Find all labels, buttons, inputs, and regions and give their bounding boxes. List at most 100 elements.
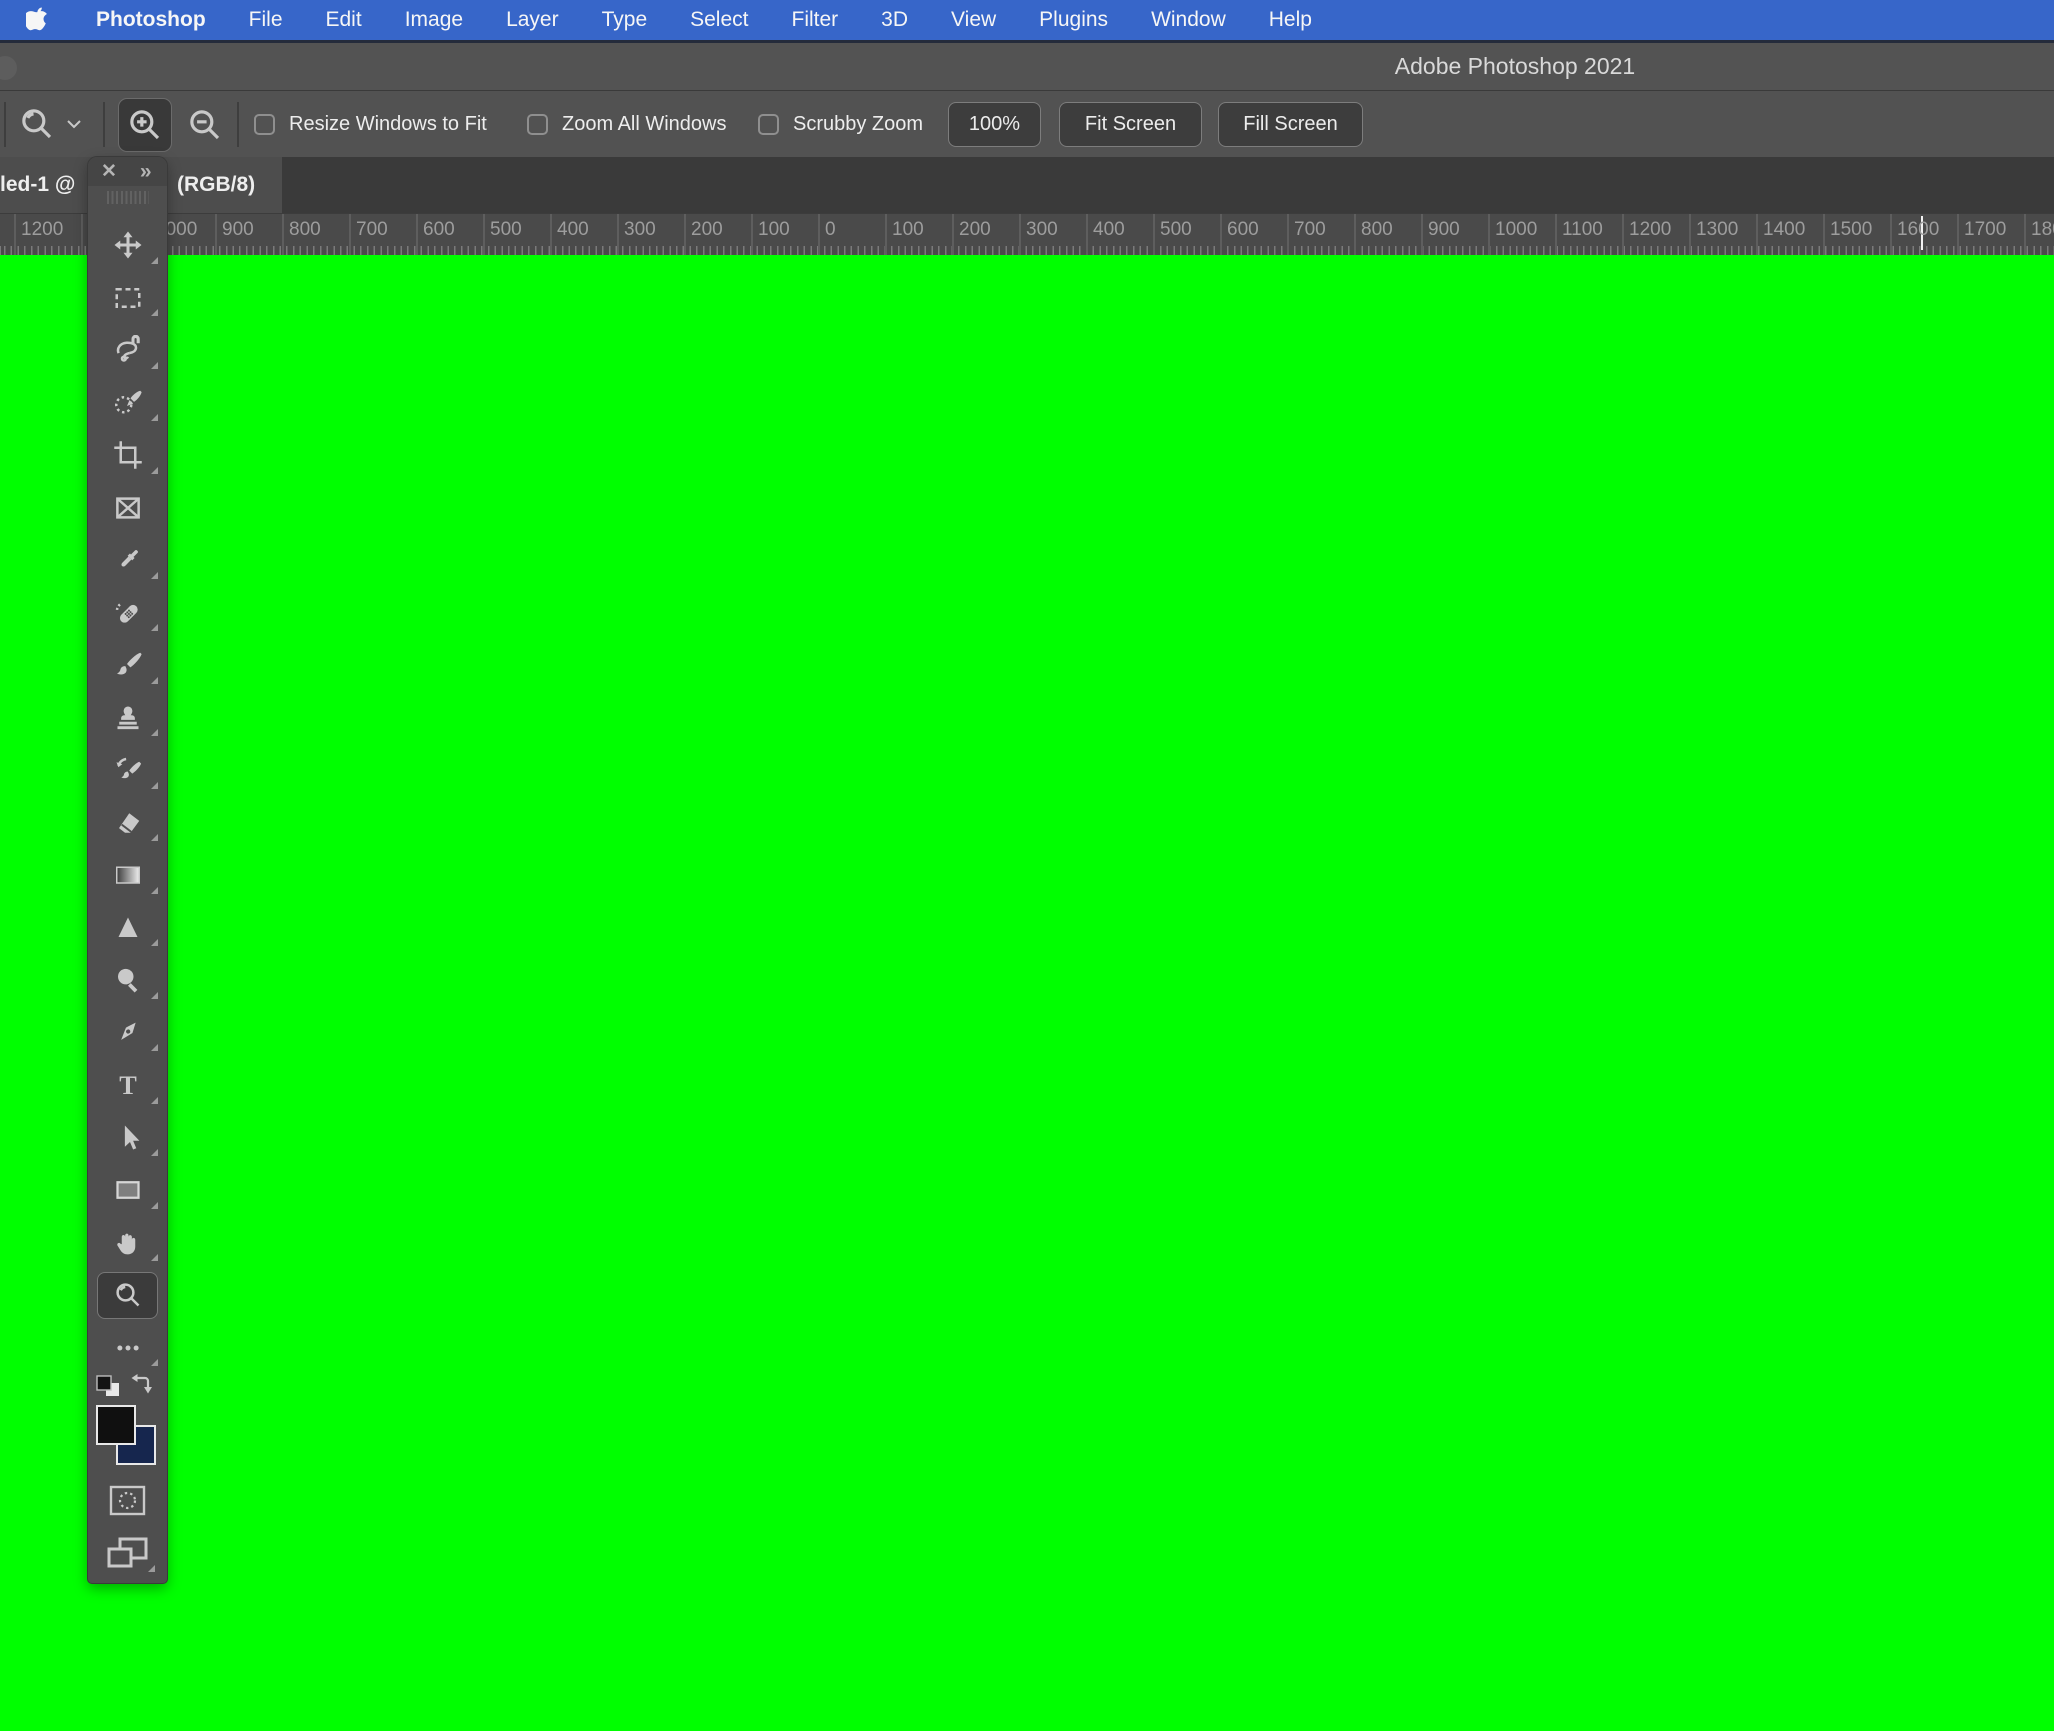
menu-item[interactable]: Select xyxy=(690,8,748,32)
marquee-icon xyxy=(115,287,140,308)
document-tab-title: tled-1 @ xyxy=(0,173,76,196)
zoom-100-button[interactable]: 100% xyxy=(948,102,1041,147)
tools-panel-header[interactable]: ✕ » xyxy=(88,157,167,186)
resize-windows-checkbox[interactable]: Resize Windows to Fit xyxy=(254,91,487,158)
ruler-tick xyxy=(1555,214,1557,255)
apple-logo-icon[interactable] xyxy=(26,7,50,33)
menu-item[interactable]: Window xyxy=(1151,8,1226,32)
ruler-label: 900 xyxy=(1428,219,1460,240)
type-tool[interactable]: T xyxy=(88,1059,167,1112)
menu-item[interactable]: Layer xyxy=(506,8,559,32)
menu-item[interactable]: Photoshop xyxy=(96,8,206,32)
ruler-label: 100 xyxy=(892,219,924,240)
path-selection-tool[interactable] xyxy=(88,1112,167,1165)
foreground-color-swatch[interactable] xyxy=(96,1405,136,1445)
zoom-icon xyxy=(115,1283,139,1307)
menu-item[interactable]: File xyxy=(249,8,283,32)
menu-item[interactable]: Edit xyxy=(326,8,362,32)
close-icon[interactable]: ✕ xyxy=(101,162,117,181)
ruler-tick xyxy=(885,214,887,255)
zoom-out-icon xyxy=(190,110,220,140)
flyout-indicator xyxy=(151,414,158,421)
flyout-indicator xyxy=(151,939,158,946)
scrubby-zoom-checkbox[interactable]: Scrubby Zoom xyxy=(758,91,923,158)
menu-item[interactable]: Image xyxy=(405,8,463,32)
quick-selection-tool[interactable] xyxy=(88,377,167,430)
type-icon: T xyxy=(119,1071,137,1100)
fit-screen-button[interactable]: Fit Screen xyxy=(1059,102,1202,147)
ruler-label: 1200 xyxy=(21,219,64,240)
window-control-dot[interactable] xyxy=(0,56,17,80)
zoom-all-windows-checkbox[interactable]: Zoom All Windows xyxy=(527,91,727,158)
collapse-panel-icon[interactable]: » xyxy=(140,161,152,182)
ruler-label: 400 xyxy=(1093,219,1125,240)
ruler-label: 400 xyxy=(557,219,589,240)
ruler-label: 800 xyxy=(1361,219,1393,240)
panel-grip[interactable] xyxy=(107,191,149,204)
blur-tool[interactable] xyxy=(88,902,167,955)
zoom-in-button[interactable] xyxy=(118,98,172,152)
swap-colors-icon[interactable] xyxy=(130,1373,154,1395)
spot-healing-brush-tool[interactable] xyxy=(88,587,167,640)
menu-item[interactable]: 3D xyxy=(881,8,908,32)
zoom-out-button[interactable] xyxy=(185,105,225,145)
flyout-indicator xyxy=(151,834,158,841)
brush-tool[interactable] xyxy=(88,639,167,692)
magnetic-lasso-tool[interactable] xyxy=(88,324,167,377)
flyout-indicator xyxy=(151,309,158,316)
separator xyxy=(4,102,6,147)
ruler-tick xyxy=(1421,214,1423,255)
ruler-label: 1700 xyxy=(1964,219,2007,240)
eraser-icon xyxy=(118,813,139,833)
ruler-tick xyxy=(1220,214,1222,255)
default-colors-icon[interactable] xyxy=(96,1375,122,1399)
horizontal-ruler[interactable]: 1300120011001000900800700600500400300200… xyxy=(0,213,2054,255)
eraser-tool[interactable] xyxy=(88,797,167,850)
rectangular-marquee-tool[interactable] xyxy=(88,272,167,325)
history-brush-tool[interactable] xyxy=(88,744,167,797)
ruler-label: 1500 xyxy=(1830,219,1873,240)
rectangle-tool[interactable] xyxy=(88,1164,167,1217)
ruler-label: 200 xyxy=(959,219,991,240)
zoom-tool[interactable] xyxy=(88,1269,167,1322)
tool-options-bar: Resize Windows to Fit Zoom All Windows S… xyxy=(0,90,2054,157)
frame-tool[interactable] xyxy=(88,482,167,535)
ruler-tick xyxy=(1756,214,1758,255)
hand-tool[interactable] xyxy=(88,1217,167,1270)
quick-mask-mode-button[interactable] xyxy=(109,1485,146,1516)
ruler-tick xyxy=(1354,214,1356,255)
dodge-tool[interactable] xyxy=(88,954,167,1007)
edit-toolbar-button[interactable] xyxy=(88,1322,167,1375)
ruler-tick xyxy=(550,214,552,255)
ruler-label: 100 xyxy=(758,219,790,240)
brush-icon xyxy=(116,653,142,675)
ruler-tick xyxy=(282,214,284,255)
eyedropper-tool[interactable] xyxy=(88,534,167,587)
ruler-tick xyxy=(818,214,820,255)
apple-logo-icon xyxy=(26,7,47,31)
clone-stamp-tool[interactable] xyxy=(88,692,167,745)
gradient-tool[interactable] xyxy=(88,849,167,902)
pen-tool[interactable] xyxy=(88,1007,167,1060)
tool-preset-picker[interactable] xyxy=(18,105,82,143)
checkbox-icon xyxy=(254,114,275,135)
crop-tool[interactable] xyxy=(88,429,167,482)
menu-item[interactable]: Filter xyxy=(792,8,839,32)
fill-screen-button[interactable]: Fill Screen xyxy=(1218,102,1363,147)
document-tab-mode: (RGB/8) xyxy=(177,173,256,196)
crop-icon xyxy=(113,441,142,469)
ruler-tick xyxy=(684,214,686,255)
document-canvas[interactable] xyxy=(0,255,2054,1731)
menu-item[interactable]: Type xyxy=(602,8,648,32)
ruler-label: 1600 xyxy=(1897,219,1940,240)
menu-item[interactable]: View xyxy=(951,8,996,32)
menu-bar: Photoshop File Edit Image Layer Type Select Fil… xyxy=(0,0,2054,43)
menu-item[interactable]: Plugins xyxy=(1039,8,1108,32)
menu-item[interactable]: Help xyxy=(1269,8,1312,32)
rectangle-icon xyxy=(115,1181,140,1200)
ruler-tick xyxy=(483,214,485,255)
checkbox-icon xyxy=(527,114,548,135)
flyout-indicator xyxy=(151,1044,158,1051)
move-tool[interactable] xyxy=(88,219,167,272)
screen-mode-button[interactable] xyxy=(107,1537,148,1570)
